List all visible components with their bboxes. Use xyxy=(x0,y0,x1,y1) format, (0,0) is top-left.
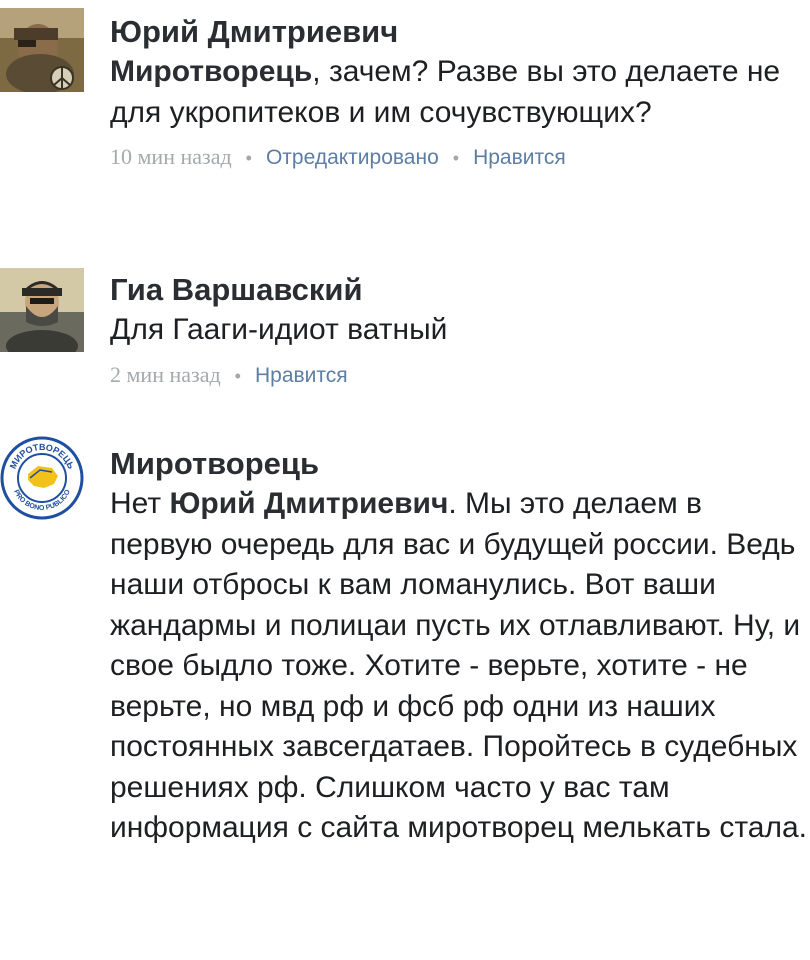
separator-dot: • xyxy=(234,365,241,386)
comment-author[interactable]: Юрий Дмитриевич xyxy=(110,12,810,52)
avatar-masked-man-image xyxy=(0,268,84,352)
comment-text: Миротворець, зачем? Разве вы это делаете… xyxy=(110,52,810,133)
like-button[interactable]: Нравится xyxy=(473,146,566,169)
mirotvorets-logo-icon: МИРОТВОРЕЦЬ PRO BONO PUBLICO xyxy=(0,436,84,520)
comment-mention[interactable]: Юрий Дмитриевич xyxy=(169,487,448,520)
comment-mention[interactable]: Миротворець xyxy=(110,55,312,88)
comment-text: Для Гааги-идиот ватный xyxy=(110,313,448,346)
avatar[interactable] xyxy=(0,268,84,352)
separator-dot: • xyxy=(245,148,252,168)
avatar-soldier-image xyxy=(0,8,84,92)
comment-body: . Мы это делаем в первую очередь для вас… xyxy=(110,487,807,844)
comment-body-prefix: Нет xyxy=(110,487,170,520)
like-button[interactable]: Нравится xyxy=(255,364,348,387)
comment-meta: 10 мин назад • Отредактировано • Нравится xyxy=(110,143,810,172)
avatar[interactable] xyxy=(0,8,84,92)
comment-meta: 2 мин назад • Нравится xyxy=(110,361,810,390)
comment-author[interactable]: Гиа Варшавский xyxy=(110,270,810,310)
avatar[interactable]: МИРОТВОРЕЦЬ PRO BONO PUBLICO xyxy=(0,436,84,520)
separator-dot: • xyxy=(452,148,460,168)
comment-author[interactable]: Миротворець xyxy=(110,444,810,484)
comment-text: Нет Юрий Дмитриевич. Мы это делаем в пер… xyxy=(110,484,810,849)
edited-link[interactable]: Отредактировано xyxy=(266,146,439,169)
comment-timestamp: 10 мин назад xyxy=(110,144,232,169)
comment-timestamp: 2 мин назад xyxy=(110,361,221,387)
